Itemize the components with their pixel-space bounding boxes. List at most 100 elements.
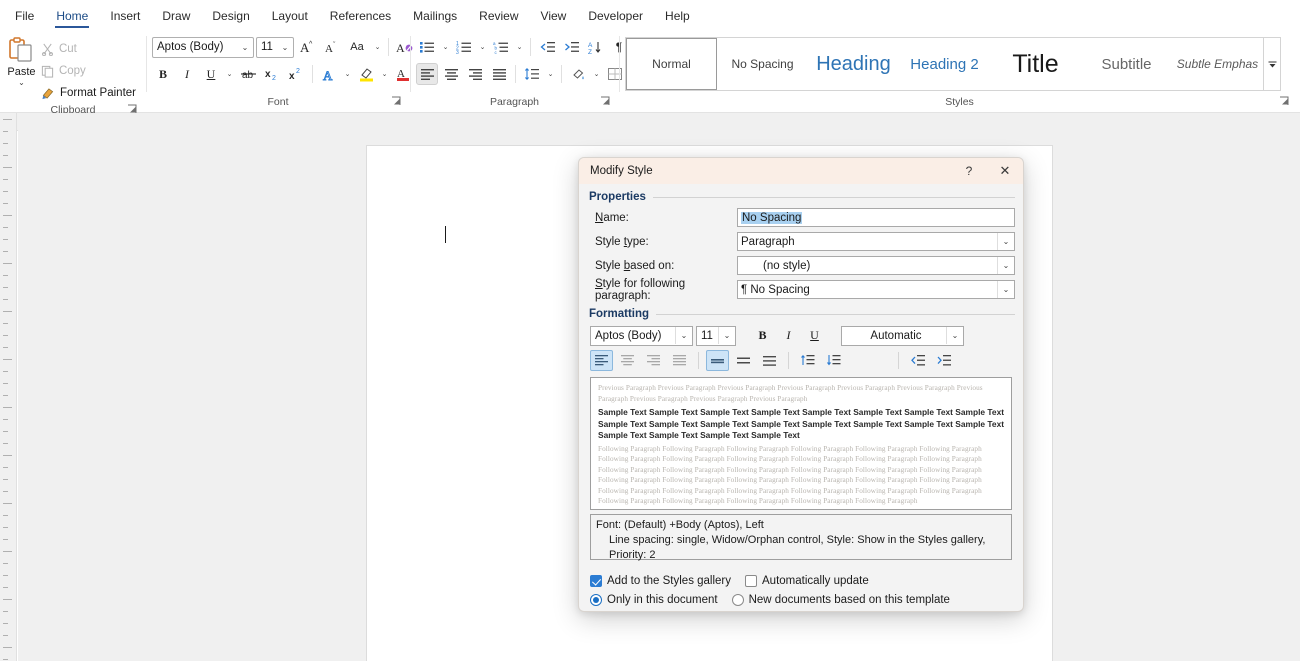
chevron-down-icon[interactable]: ⌄ xyxy=(440,43,451,51)
tab-insert[interactable]: Insert xyxy=(99,1,151,31)
style-item-heading-2[interactable]: Heading 2 xyxy=(899,38,990,90)
paste-button[interactable]: Paste ⌄ xyxy=(6,35,37,87)
automatically-update-checkbox[interactable] xyxy=(745,574,758,587)
grow-font-icon[interactable]: A ^ xyxy=(296,36,318,58)
tab-view[interactable]: View xyxy=(530,1,578,31)
dialog-justify-button[interactable] xyxy=(668,350,691,371)
tab-file[interactable]: File xyxy=(4,1,45,31)
align-center-icon[interactable] xyxy=(440,63,462,85)
bullet-list-icon[interactable] xyxy=(416,36,438,58)
dialog-italic-button[interactable]: I xyxy=(777,325,800,346)
style-item-normal[interactable]: Normal xyxy=(626,38,717,90)
change-case-icon[interactable]: Aa xyxy=(344,36,370,58)
superscript-icon[interactable]: x2 xyxy=(285,63,307,85)
subscript-icon[interactable]: x2 xyxy=(261,63,283,85)
tab-design[interactable]: Design xyxy=(201,1,260,31)
style-type-dropdown[interactable]: Paragraph ⌄ xyxy=(737,232,1015,251)
highlight-color-icon[interactable] xyxy=(355,63,377,85)
tab-help[interactable]: Help xyxy=(654,1,701,31)
dialog-line-spacing-15-button[interactable] xyxy=(732,350,755,371)
tab-mailings[interactable]: Mailings xyxy=(402,1,468,31)
underline-icon[interactable]: U xyxy=(200,63,222,85)
sort-icon[interactable]: AZ xyxy=(584,36,606,58)
dialog-font-color-combo[interactable]: Automatic ⌄ xyxy=(841,325,964,346)
chevron-down-icon[interactable]: ⌄ xyxy=(997,233,1014,250)
tab-draw[interactable]: Draw xyxy=(151,1,201,31)
new-documents-radio[interactable] xyxy=(731,593,744,606)
bold-icon[interactable]: B xyxy=(152,63,174,85)
font-name-combo[interactable]: Aptos (Body) ⌄ xyxy=(152,36,254,58)
paragraph-dialog-launcher-icon[interactable] xyxy=(600,96,611,107)
style-based-on-dropdown[interactable]: (no style) ⌄ xyxy=(737,256,1015,275)
tab-home[interactable]: Home xyxy=(45,1,99,31)
chevron-down-icon[interactable]: ⌄ xyxy=(379,70,390,78)
chevron-down-icon[interactable]: ⌄ xyxy=(997,257,1014,274)
numbered-list-icon[interactable]: 123 xyxy=(453,36,475,58)
modify-style-dialog[interactable]: Modify Style ? ✕ Properties Name: No Spa… xyxy=(578,157,1024,612)
align-left-icon[interactable] xyxy=(416,63,438,85)
style-item-title[interactable]: Title xyxy=(990,38,1081,90)
format-painter-button[interactable]: Format Painter xyxy=(37,83,140,103)
chevron-down-icon[interactable]: ⌄ xyxy=(591,70,602,78)
dialog-font-size-combo[interactable]: 11 ⌄ xyxy=(696,325,736,346)
font-dialog-launcher-icon[interactable] xyxy=(391,96,402,107)
help-icon[interactable]: ? xyxy=(951,158,987,184)
style-name-input[interactable]: No Spacing xyxy=(737,208,1015,227)
shrink-font-icon[interactable]: Aˇ xyxy=(320,36,342,58)
style-following-dropdown[interactable]: ¶ No Spacing ⌄ xyxy=(737,280,1015,299)
copy-button[interactable]: Copy xyxy=(37,61,140,81)
add-to-styles-gallery-checkbox[interactable] xyxy=(590,574,602,587)
dialog-align-right-button[interactable] xyxy=(642,350,665,371)
styles-gallery-more-icon[interactable] xyxy=(1263,38,1280,90)
style-item-subtle-emphasis[interactable]: Subtle Emphas xyxy=(1172,38,1263,90)
chevron-down-icon[interactable]: ⌄ xyxy=(946,327,963,344)
chevron-down-icon[interactable]: ⌄ xyxy=(372,43,383,51)
dialog-align-left-button[interactable] xyxy=(590,350,613,371)
chevron-down-icon[interactable]: ⌄ xyxy=(224,70,235,78)
shading-icon[interactable] xyxy=(567,63,589,85)
chevron-down-icon[interactable]: ⌄ xyxy=(997,281,1014,298)
dialog-align-center-button[interactable] xyxy=(616,350,639,371)
increase-indent-icon[interactable] xyxy=(560,36,582,58)
dialog-space-after-button[interactable] xyxy=(822,350,845,371)
dialog-decrease-indent-button[interactable] xyxy=(906,350,929,371)
tab-references[interactable]: References xyxy=(319,1,402,31)
strikethrough-icon[interactable]: ab xyxy=(237,63,259,85)
style-item-subtitle[interactable]: Subtitle xyxy=(1081,38,1172,90)
dialog-font-name-combo[interactable]: Aptos (Body) ⌄ xyxy=(590,325,693,346)
italic-icon[interactable]: I xyxy=(176,63,198,85)
chevron-down-icon[interactable]: ⌄ xyxy=(718,327,735,344)
styles-gallery[interactable]: Normal No Spacing Heading Heading 2 Titl… xyxy=(625,37,1281,91)
decrease-indent-icon[interactable] xyxy=(536,36,558,58)
chevron-down-icon[interactable]: ⌄ xyxy=(342,70,353,78)
close-icon[interactable]: ✕ xyxy=(987,158,1023,184)
tab-developer[interactable]: Developer xyxy=(577,1,654,31)
multilevel-list-icon[interactable]: abc xyxy=(490,36,512,58)
dialog-line-spacing-single-button[interactable] xyxy=(706,350,729,371)
line-spacing-icon[interactable] xyxy=(521,63,543,85)
style-item-heading[interactable]: Heading xyxy=(808,38,899,90)
vertical-ruler[interactable] xyxy=(0,113,17,661)
justify-icon[interactable] xyxy=(488,63,510,85)
font-size-combo[interactable]: 11 ⌄ xyxy=(256,36,294,58)
chevron-down-icon[interactable]: ⌄ xyxy=(278,43,292,52)
styles-dialog-launcher-icon[interactable] xyxy=(1279,96,1290,107)
dialog-bold-button[interactable]: B xyxy=(751,325,774,346)
tab-review[interactable]: Review xyxy=(468,1,529,31)
dialog-line-spacing-double-button[interactable] xyxy=(758,350,781,371)
cut-button[interactable]: Cut xyxy=(37,39,140,59)
dialog-increase-indent-button[interactable] xyxy=(932,350,955,371)
chevron-down-icon[interactable]: ⌄ xyxy=(18,79,25,87)
text-effects-icon[interactable]: A xyxy=(318,63,340,85)
align-right-icon[interactable] xyxy=(464,63,486,85)
only-this-document-radio[interactable] xyxy=(590,593,602,606)
dialog-underline-button[interactable]: U xyxy=(803,325,826,346)
chevron-down-icon[interactable]: ⌄ xyxy=(514,43,525,51)
dialog-space-before-button[interactable] xyxy=(796,350,819,371)
chevron-down-icon[interactable]: ⌄ xyxy=(675,327,692,344)
chevron-down-icon[interactable]: ⌄ xyxy=(238,43,252,52)
tab-layout[interactable]: Layout xyxy=(261,1,319,31)
chevron-down-icon[interactable]: ⌄ xyxy=(545,70,556,78)
chevron-down-icon[interactable]: ⌄ xyxy=(477,43,488,51)
style-item-no-spacing[interactable]: No Spacing xyxy=(717,38,808,90)
